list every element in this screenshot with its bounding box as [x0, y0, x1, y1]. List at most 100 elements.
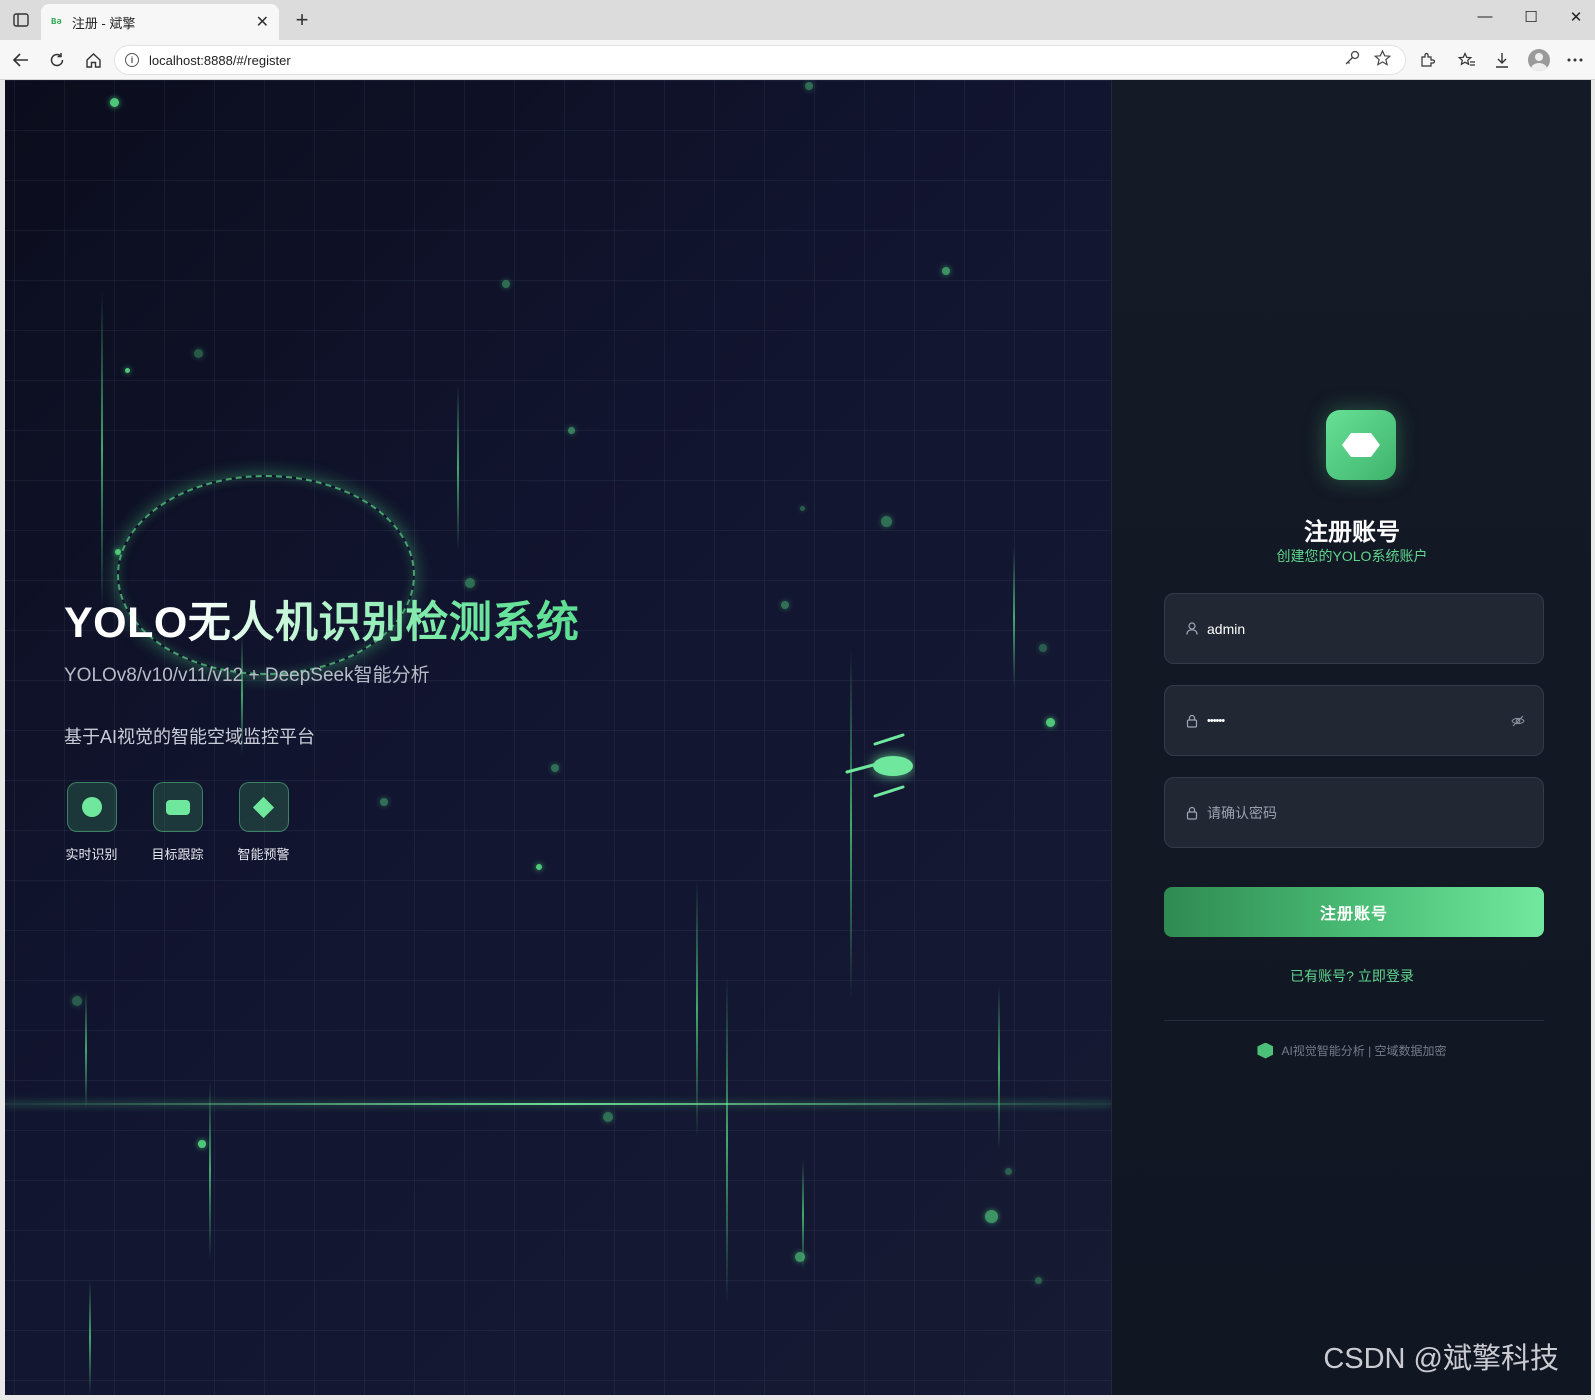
key-icon[interactable] [1344, 50, 1360, 70]
lock-icon [1185, 714, 1199, 728]
light-streak [457, 385, 459, 550]
security-footer: AI视觉智能分析 | 空域数据加密 [1112, 1042, 1591, 1059]
feature-realtime-recognition: 实时识别 [60, 782, 123, 863]
particle [465, 578, 475, 588]
particle [1035, 1277, 1042, 1284]
maximize-button[interactable]: ☐ [1511, 8, 1551, 26]
particle [881, 516, 892, 527]
feature-icon-box [238, 782, 289, 832]
particle [194, 349, 203, 358]
particle [795, 1252, 805, 1262]
light-streak [101, 290, 103, 610]
feature-icon-box [152, 782, 203, 832]
username-value[interactable]: admin [1207, 621, 1245, 637]
drone-icon [845, 733, 913, 798]
url-text[interactable]: localhost:8888/#/register [149, 53, 1344, 68]
light-streak [998, 985, 1000, 1150]
light-streak [85, 990, 87, 1110]
tab-close-icon[interactable]: ✕ [256, 12, 269, 32]
lock-icon [1185, 806, 1199, 820]
particle [781, 601, 789, 609]
light-streak [1013, 548, 1015, 688]
particle [603, 1112, 613, 1122]
logo-icon [1326, 410, 1396, 480]
light-streak [89, 1280, 91, 1395]
light-streak [209, 1080, 211, 1260]
feature-smart-alert: 智能预警 [232, 782, 295, 863]
browser-tab-bar: Bə 注册 - 斌擎 ✕ + — ☐ ✕ [0, 0, 1595, 40]
hexagon-icon [1257, 1042, 1274, 1059]
particle [380, 798, 388, 806]
address-bar: i localhost:8888/#/register [0, 40, 1595, 80]
particle [110, 98, 119, 107]
particle [568, 427, 575, 434]
hero-title-rest: 无人机识别检测系统 [187, 599, 580, 647]
light-streak [726, 975, 728, 1305]
back-icon[interactable] [8, 48, 34, 72]
url-field[interactable]: i localhost:8888/#/register [114, 45, 1406, 75]
sidebar-toggle-icon[interactable] [10, 10, 32, 30]
feature-icon-box [66, 782, 117, 832]
particle [800, 506, 805, 511]
particle [942, 267, 950, 275]
particle [1005, 1168, 1012, 1175]
tab-favicon-icon: Bə [51, 17, 62, 27]
profile-icon[interactable] [1528, 49, 1550, 71]
password-field[interactable]: •••••• [1164, 685, 1544, 756]
register-panel: 注册账号 创建您的YOLO系统账户 admin •••••• 请确认密码 注册账… [1111, 80, 1591, 1395]
login-link[interactable]: 已有账号? 立即登录 [1112, 966, 1591, 986]
feature-label: 智能预警 [237, 847, 290, 862]
favorites-icon[interactable] [1454, 49, 1480, 71]
hero-panel: YOLO无人机识别检测系统 YOLOv8/v10/v11/v12 + DeepS… [5, 80, 1111, 1395]
minimize-button[interactable]: — [1465, 8, 1505, 25]
circle-icon [81, 797, 102, 817]
particle [551, 764, 559, 772]
register-title: 注册账号 [1304, 519, 1400, 546]
particle [125, 368, 130, 373]
info-icon[interactable]: i [125, 53, 139, 67]
register-button[interactable]: 注册账号 [1164, 887, 1544, 937]
hero-subtitle: YOLOv8/v10/v11/v12 + DeepSeek智能分析 [64, 665, 430, 686]
horizon-scan-line [5, 1103, 1111, 1105]
user-icon [1185, 622, 1199, 636]
hero-title: YOLO无人机识别检测系统 [64, 588, 579, 650]
particle [1039, 644, 1047, 652]
tab-title: 注册 - 斌擎 [71, 15, 136, 31]
particle [985, 1210, 998, 1223]
star-icon[interactable] [1373, 49, 1392, 70]
particle [1046, 718, 1055, 727]
watermark: CSDN @斌擎科技 [1323, 1343, 1559, 1375]
browser-tab[interactable]: Bə 注册 - 斌擎 ✕ [41, 4, 279, 40]
feature-label: 实时识别 [65, 847, 118, 862]
hero-title-yolo: YOLO [64, 599, 188, 647]
home-icon[interactable] [80, 48, 106, 72]
download-icon[interactable] [1489, 49, 1515, 71]
confirm-password-field[interactable]: 请确认密码 [1164, 777, 1544, 848]
particle [536, 864, 542, 870]
register-page: YOLO无人机识别检测系统 YOLOv8/v10/v11/v12 + DeepS… [5, 80, 1591, 1395]
more-icon[interactable] [1562, 49, 1588, 71]
feature-target-tracking: 目标跟踪 [146, 782, 209, 863]
password-value[interactable]: •••••• [1207, 715, 1225, 727]
refresh-icon[interactable] [44, 48, 70, 72]
light-streak [696, 880, 698, 1140]
extensions-icon[interactable] [1414, 49, 1440, 71]
footer-text: AI视觉智能分析 | 空域数据加密 [1281, 1044, 1447, 1058]
diamond-icon [252, 796, 275, 818]
username-field[interactable]: admin [1164, 593, 1544, 664]
hero-description: 基于AI视觉的智能空域监控平台 [64, 727, 316, 747]
particle [502, 280, 510, 288]
rect-icon [165, 799, 190, 815]
feature-label: 目标跟踪 [151, 847, 204, 862]
light-streak [850, 650, 852, 1000]
particle [198, 1140, 206, 1148]
particle [805, 82, 813, 90]
register-subtitle: 创建您的YOLO系统账户 [1276, 548, 1428, 564]
divider [1164, 1020, 1544, 1021]
eye-off-icon[interactable] [1511, 714, 1525, 732]
confirm-password-placeholder[interactable]: 请确认密码 [1207, 803, 1277, 823]
close-window-button[interactable]: ✕ [1556, 8, 1595, 26]
particle [72, 996, 82, 1006]
feature-list: 实时识别 目标跟踪 智能预警 [60, 782, 295, 863]
new-tab-button[interactable]: + [290, 7, 314, 33]
